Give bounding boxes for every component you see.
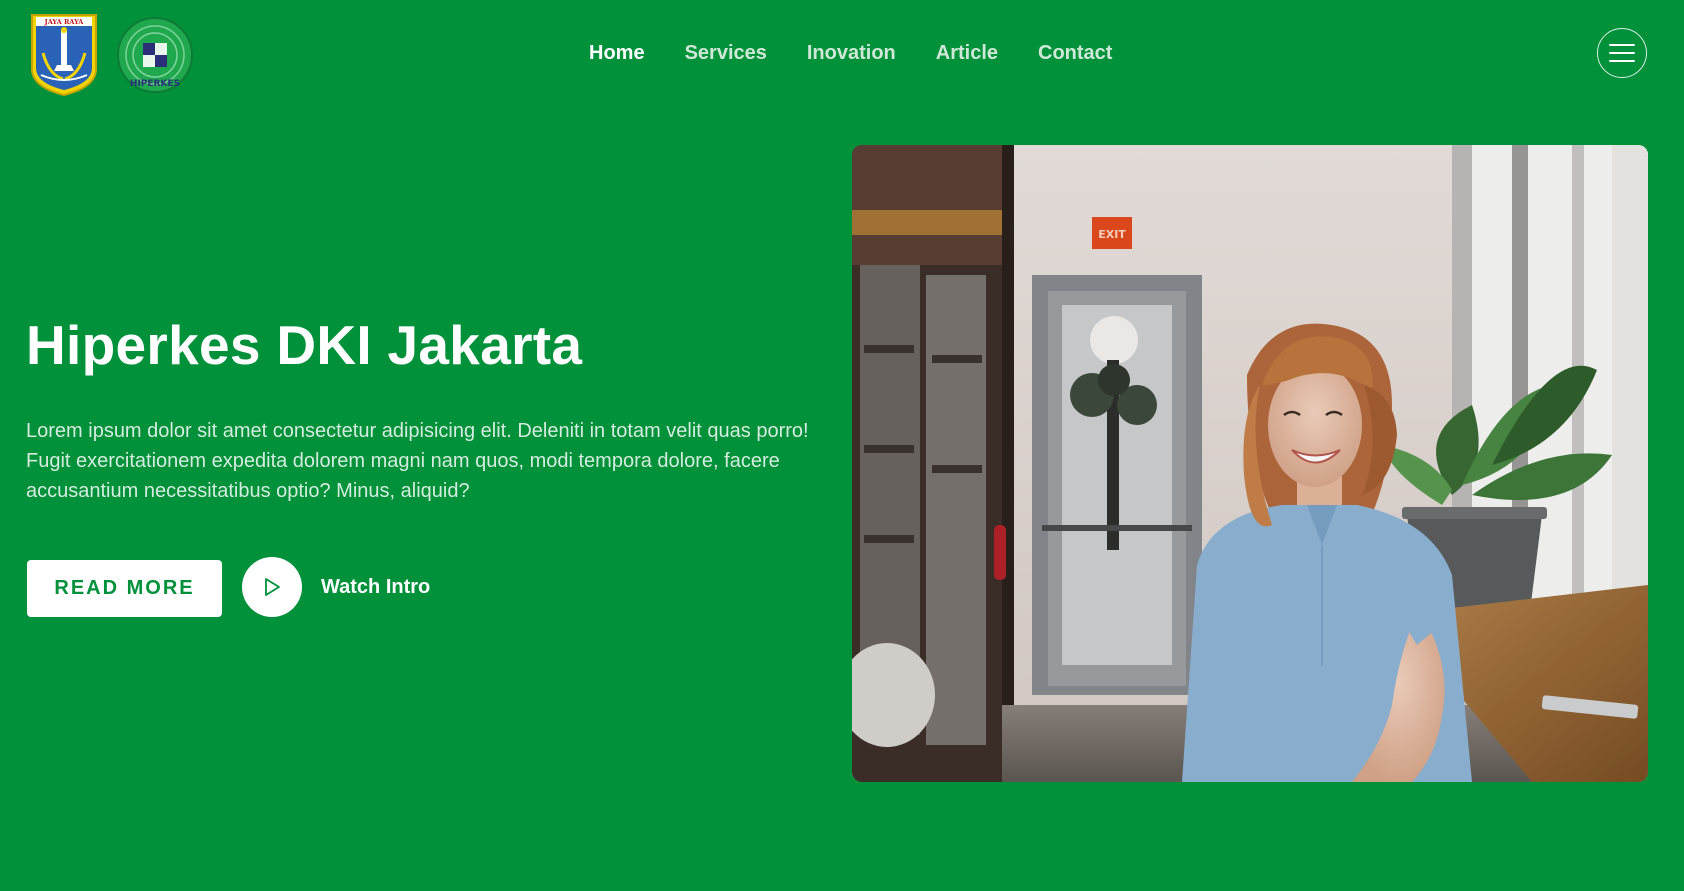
hero-photo-illustration: EXIT <box>852 145 1648 782</box>
hero-section: JAYA RAYA HIPERKES Home Services Inovati… <box>0 0 1684 891</box>
hamburger-icon <box>1609 52 1635 54</box>
hamburger-icon <box>1609 44 1635 46</box>
hero-photo: EXIT <box>852 145 1648 782</box>
watch-intro-play-button[interactable] <box>242 557 302 617</box>
hiperkes-logo-text: HIPERKES <box>130 79 180 89</box>
hero-title: Hiperkes DKI Jakarta <box>26 314 583 376</box>
main-nav: Home Services Inovation Article Contact <box>589 38 1112 68</box>
nav-article[interactable]: Article <box>936 38 998 68</box>
hamburger-icon <box>1609 60 1635 62</box>
hero-description: Lorem ipsum dolor sit amet consectetur a… <box>26 420 809 502</box>
nav-services[interactable]: Services <box>685 38 767 68</box>
play-icon <box>265 578 280 596</box>
jakarta-crest-logo[interactable]: JAYA RAYA <box>29 13 99 97</box>
nav-inovation[interactable]: Inovation <box>807 38 896 68</box>
nav-home[interactable]: Home <box>589 38 645 68</box>
nav-contact[interactable]: Contact <box>1038 38 1112 68</box>
watch-intro-link[interactable]: Watch Intro <box>321 573 430 601</box>
logo-group: JAYA RAYA HIPERKES <box>29 12 194 98</box>
read-more-button[interactable]: READ MORE <box>27 560 222 617</box>
hamburger-menu-button[interactable] <box>1597 28 1647 78</box>
jakarta-crest-text: JAYA RAYA <box>44 18 85 26</box>
hiperkes-logo[interactable]: HIPERKES <box>116 16 194 94</box>
